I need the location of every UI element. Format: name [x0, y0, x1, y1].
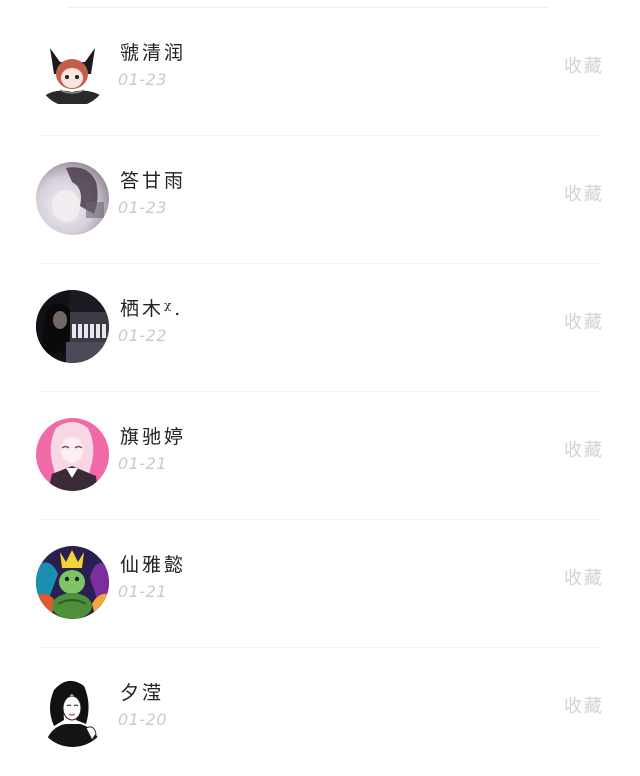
avatar[interactable]: [36, 674, 109, 747]
blurred-girl-photo-avatar-icon: [36, 162, 109, 235]
list-item[interactable]: 虢清润 01-23 收藏: [0, 8, 640, 136]
cat-ear-anime-avatar-icon: [36, 34, 109, 107]
avatar[interactable]: [36, 34, 109, 107]
favorite-button[interactable]: 收藏: [564, 564, 604, 590]
contact-date: 01-21: [118, 454, 167, 473]
crowned-turtle-avatar-icon: [36, 546, 109, 619]
piano-player-photo-avatar-icon: [36, 290, 109, 363]
list-item[interactable]: 答甘雨 01-23 收藏: [0, 136, 640, 264]
favorite-button[interactable]: 收藏: [564, 692, 604, 718]
avatar[interactable]: [36, 290, 109, 363]
contact-date: 01-23: [118, 70, 167, 89]
contact-date: 01-23: [118, 198, 167, 217]
contact-date: 01-21: [118, 582, 167, 601]
contact-date: 01-20: [118, 710, 167, 729]
list-item[interactable]: 旗驰婷 01-21 收藏: [0, 392, 640, 520]
avatar[interactable]: [36, 418, 109, 491]
pink-hair-anime-avatar-icon: [36, 418, 109, 491]
favorite-button[interactable]: 收藏: [564, 308, 604, 334]
contact-name: 答甘雨: [120, 170, 187, 192]
contact-name: 夕滢: [120, 682, 165, 704]
contact-date: 01-22: [118, 326, 167, 345]
favorite-button[interactable]: 收藏: [564, 52, 604, 78]
contact-name: 旗驰婷: [120, 426, 187, 448]
favorite-button[interactable]: 收藏: [564, 436, 604, 462]
avatar[interactable]: [36, 546, 109, 619]
contact-name: 虢清润: [120, 42, 187, 64]
sketch-girl-avatar-icon: [36, 674, 109, 747]
list-item[interactable]: 栖木ᵡ. 01-22 收藏: [0, 264, 640, 392]
contact-name: 仙雅懿: [120, 554, 187, 576]
avatar[interactable]: [36, 162, 109, 235]
contact-name: 栖木ᵡ.: [120, 298, 184, 320]
list-item[interactable]: 仙雅懿 01-21 收藏: [0, 520, 640, 648]
favorite-button[interactable]: 收藏: [564, 180, 604, 206]
list-item[interactable]: 夕滢 01-20 收藏: [0, 648, 640, 776]
